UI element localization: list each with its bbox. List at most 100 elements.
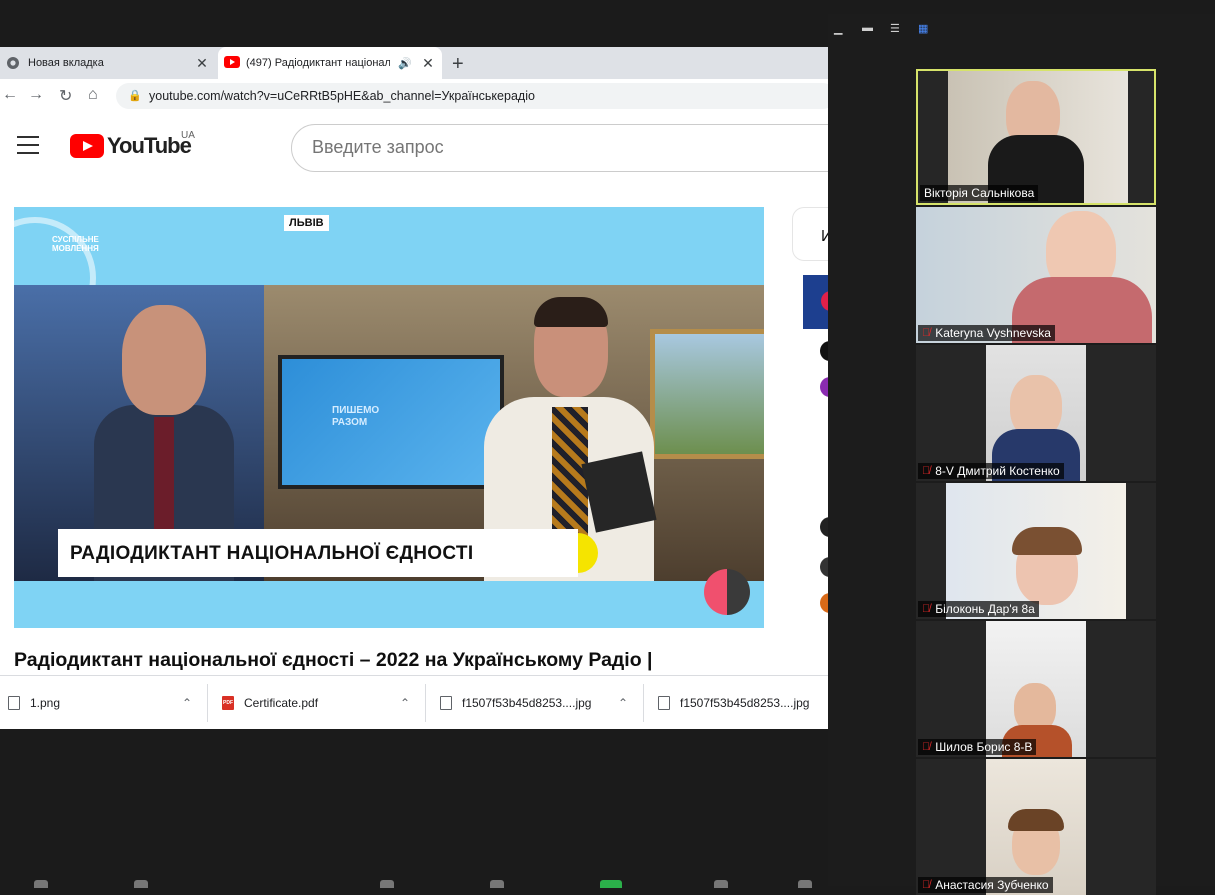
download-name: Certificate.pdf <box>244 696 319 710</box>
location-tag: ЛЬВІВ <box>284 215 329 231</box>
participant-name: 🎙̸ Шилов Борис 8-В <box>918 739 1037 755</box>
download-name: f1507f53b45d8253....jpg <box>462 696 592 710</box>
thumbnail-dot <box>821 291 828 311</box>
file-icon <box>8 696 20 710</box>
broadcaster-line: СУСПІЛЬНЕ <box>52 235 99 244</box>
browser-window: Новая вкладка ✕ (497) Радіодиктант націо… <box>0 47 828 729</box>
channel-avatar[interactable] <box>820 557 828 577</box>
youtube-play-icon <box>70 134 104 158</box>
participant-tile[interactable]: Вікторія Сальнікова <box>916 69 1156 205</box>
address-bar[interactable]: 🔒 youtube.com/watch?v=uCeRRtB5pHE&ab_cha… <box>116 83 828 109</box>
participant-tile[interactable]: 🎙̸ 8-V Дмитрий Костенко <box>916 345 1156 481</box>
tab-label: Новая вкладка <box>28 57 104 69</box>
chat-button[interactable] <box>490 880 504 888</box>
youtube-header: YouTube UA Введите запрос <box>0 113 828 181</box>
speaker-view-icon[interactable]: ☰ <box>890 22 904 35</box>
screen-text: ПИШЕМО РАЗОМ <box>332 405 379 429</box>
chrome-icon <box>6 56 20 70</box>
tab-bar: Новая вкладка ✕ (497) Радіодиктант націо… <box>0 47 828 79</box>
search-input[interactable]: Введите запрос <box>291 124 828 172</box>
participant-tile[interactable]: 🎙̸ Шилов Борис 8-В <box>916 621 1156 757</box>
close-icon[interactable]: ✕ <box>194 55 210 72</box>
close-icon[interactable]: ✕ <box>420 55 436 72</box>
muted-mic-icon: 🎙̸ <box>922 741 931 753</box>
video-player[interactable]: СУСПІЛЬНЕ МОВЛЕННЯ ПИШЕМО РАЗОМ ЛЬВІВ РА… <box>14 207 764 628</box>
download-name: 1.png <box>30 696 61 710</box>
channel-avatar[interactable] <box>820 341 828 361</box>
lock-icon: 🔒 <box>128 90 142 102</box>
download-item[interactable]: f1507f53b45d8253....jpg ⌃ <box>432 676 642 729</box>
url-text: youtube.com/watch?v=uCeRRtB5pHE&ab_chann… <box>149 89 535 103</box>
gallery-view-icon[interactable]: ▦ <box>918 22 932 35</box>
divider <box>643 684 644 722</box>
region-code: UA <box>181 130 195 141</box>
participant-tile[interactable]: 🎙̸ Kateryna Vyshnevska <box>916 207 1156 343</box>
participant-name: 🎙̸ 8-V Дмитрий Костенко <box>918 463 1064 479</box>
participant-hair <box>1012 527 1082 555</box>
participant-tile[interactable]: 🎙̸ Білоконь Дар'я 8а <box>916 483 1156 619</box>
thumbnail-view-icon[interactable]: ▬ <box>862 22 876 34</box>
chevron-up-icon[interactable]: ⌃ <box>618 696 628 710</box>
back-arrow-icon[interactable]: ← <box>2 86 18 104</box>
channel-avatar[interactable] <box>820 377 828 397</box>
video-call-panel: ▁ ▬ ☰ ▦ Вікторія Сальнікова 🎙̸ Kateryna V… <box>828 14 1215 895</box>
download-name: f1507f53b45d8253....jpg <box>680 696 810 710</box>
channel-badge-icon <box>704 569 750 615</box>
search-placeholder: Введите запрос <box>312 137 444 157</box>
video-button[interactable] <box>134 880 148 888</box>
participant-name: 🎙̸ Анастасия Зубченко <box>918 877 1053 893</box>
broadcaster-logo: СУСПІЛЬНЕ МОВЛЕННЯ <box>52 235 99 253</box>
minimize-icon[interactable]: ▁ <box>834 22 848 35</box>
tab-label: (497) Радіодиктант національ <box>246 57 391 69</box>
broadcaster-line: МОВЛЕННЯ <box>52 244 99 253</box>
home-icon[interactable]: ⌂ <box>88 86 98 104</box>
lower-third: РАДІОДИКТАНТ НАЦІОНАЛЬНОЇ ЄДНОСТІ <box>58 529 578 577</box>
view-controls: ▁ ▬ ☰ ▦ <box>834 22 932 35</box>
download-bar: 1.png ⌃ PDF Certificate.pdf ⌃ f1507f53b4… <box>0 675 828 729</box>
divider <box>207 684 208 722</box>
youtube-logo[interactable]: YouTube <box>70 133 192 159</box>
mute-button[interactable] <box>34 880 48 888</box>
download-item[interactable]: f1507f53b45d8253....jpg <box>650 676 828 729</box>
participants-button[interactable] <box>380 880 394 888</box>
participant-tile[interactable]: 🎙̸ Анастасия Зубченко <box>916 759 1156 895</box>
file-icon <box>440 696 452 710</box>
reactions-button[interactable] <box>798 880 812 888</box>
channel-avatar[interactable] <box>820 517 828 537</box>
new-tab-button[interactable]: + <box>452 53 464 76</box>
chevron-up-icon[interactable]: ⌃ <box>182 696 192 710</box>
screen-line: РАЗОМ <box>332 417 368 428</box>
download-item[interactable]: 1.png ⌃ <box>0 676 206 729</box>
tab-youtube[interactable]: (497) Радіодиктант національ 🔊 ✕ <box>218 47 442 79</box>
side-thumbnail[interactable] <box>803 275 828 329</box>
forward-arrow-icon[interactable]: → <box>28 86 44 104</box>
channel-avatar[interactable] <box>820 593 828 613</box>
side-panel-label: И <box>821 228 828 245</box>
youtube-wordmark: YouTube <box>107 133 192 158</box>
participant-hair <box>1008 809 1064 831</box>
video-title: Радіодиктант національної єдності – 2022… <box>14 649 653 671</box>
participant-name: 🎙̸ Kateryna Vyshnevska <box>918 325 1055 341</box>
tab-new-tab[interactable]: Новая вкладка ✕ <box>0 47 216 79</box>
muted-mic-icon: 🎙̸ <box>922 603 931 615</box>
file-icon <box>658 696 670 710</box>
muted-mic-icon: 🎙̸ <box>922 465 931 477</box>
screen-line: ПИШЕМО <box>332 405 380 416</box>
pdf-icon: PDF <box>222 696 234 710</box>
chevron-up-icon[interactable]: ⌃ <box>400 696 410 710</box>
menu-icon[interactable] <box>17 136 39 154</box>
speaker-icon[interactable]: 🔊 <box>398 57 412 70</box>
divider <box>425 684 426 722</box>
reload-icon[interactable]: ↻ <box>59 86 72 106</box>
side-panel-card[interactable]: И <box>792 207 828 261</box>
muted-mic-icon: 🎙̸ <box>922 327 931 339</box>
participant-name: Вікторія Сальнікова <box>920 185 1039 201</box>
share-screen-button[interactable] <box>600 880 622 888</box>
studio-screen: ПИШЕМО РАЗОМ <box>278 355 504 489</box>
lower-third-text: РАДІОДИКТАНТ НАЦІОНАЛЬНОЇ ЄДНОСТІ <box>70 543 474 564</box>
muted-mic-icon: 🎙̸ <box>922 879 931 891</box>
browser-toolbar: ← → ↻ ⌂ 🔒 youtube.com/watch?v=uCeRRtB5pH… <box>0 79 828 113</box>
record-button[interactable] <box>714 880 728 888</box>
painting <box>650 329 764 459</box>
download-item[interactable]: PDF Certificate.pdf ⌃ <box>214 676 424 729</box>
